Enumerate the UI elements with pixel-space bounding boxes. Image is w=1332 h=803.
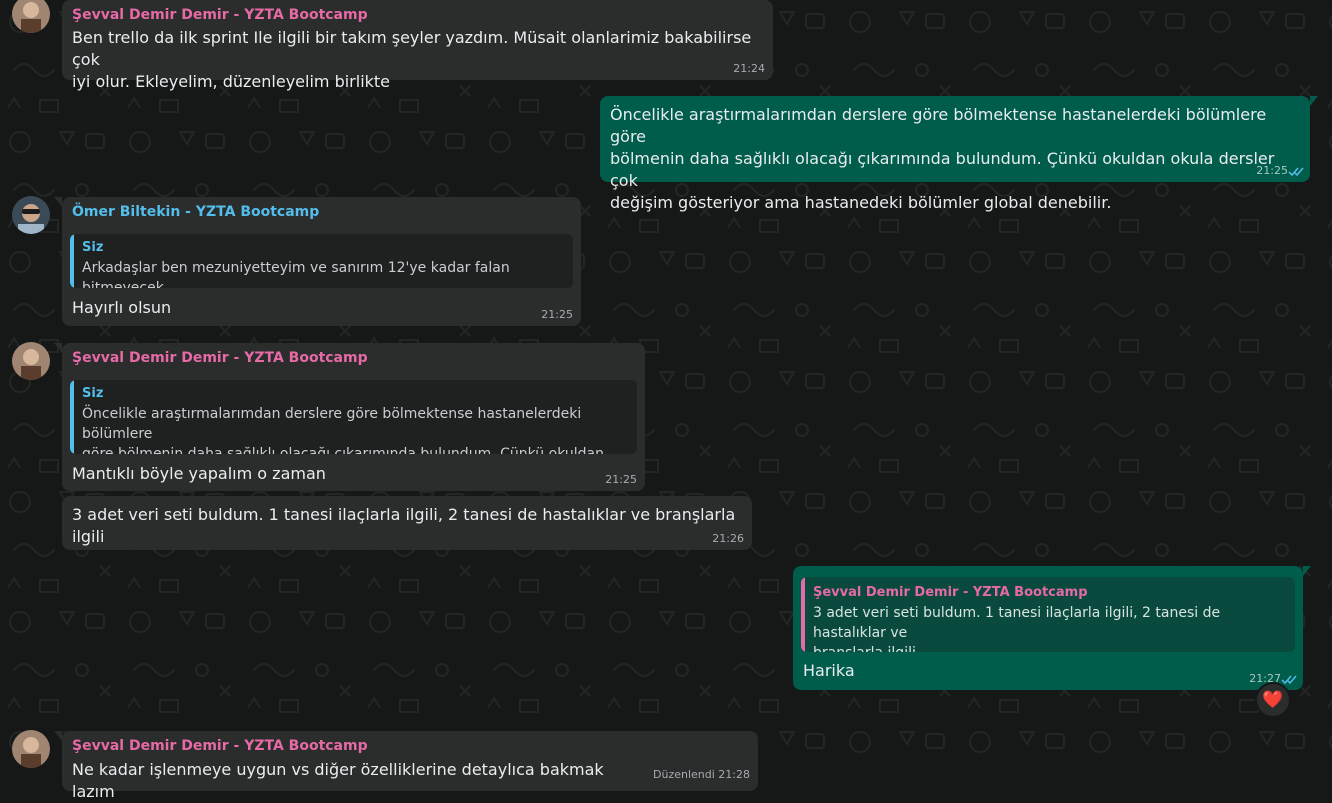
message-time: Düzenlendi 21:28 [653, 768, 750, 781]
double-check-read-icon [1281, 675, 1297, 685]
message-bubble[interactable]: Şevval Demir Demir - YZTA Bootcamp Ne ka… [54, 731, 758, 801]
quote-bar [70, 380, 74, 454]
message-text: 3 adet veri seti buldum. 1 tanesi ilaçla… [72, 505, 736, 546]
message-text: Ben trello da ilk sprint Ile ilgili bir … [72, 27, 761, 93]
quote-text: 3 adet veri seti buldum. 1 tanesi ilaçla… [813, 603, 1285, 652]
message-text: Mantıklı böyle yapalım o zaman [72, 464, 326, 483]
quote-bar [70, 234, 74, 288]
message-time: 21:26 [712, 532, 744, 545]
message-bubble[interactable]: Şevval Demir Demir - YZTA Bootcamp Ben t… [62, 0, 773, 91]
message-line: değişim gösteriyor ama hastanedeki bölüm… [610, 193, 1112, 212]
quoted-message[interactable]: Siz Arkadaşlar ben mezuniyetteyim ve san… [70, 234, 573, 288]
heart-reaction-icon[interactable]: ❤️ [1255, 682, 1291, 718]
avatar-sevval[interactable] [12, 342, 50, 380]
quoted-message[interactable]: Şevval Demir Demir - YZTA Bootcamp 3 ade… [801, 577, 1295, 652]
quote-line: branşlarla ilgili [813, 643, 1285, 652]
message-text: Harika [803, 661, 855, 680]
quote-sender: Siz [82, 386, 104, 401]
message-bubble[interactable]: Ömer Biltekin - YZTA Bootcamp Siz Arkada… [54, 197, 581, 326]
message-time: 21:24 [733, 62, 765, 75]
bubble-tail [54, 731, 62, 741]
message-time: 21:25 [605, 473, 637, 486]
quote-bar [801, 577, 805, 652]
avatar-sevval[interactable] [12, 0, 50, 33]
message-line: Öncelikle araştırmalarımdan derslere gör… [610, 105, 1267, 146]
sender-name[interactable]: Şevval Demir Demir - YZTA Bootcamp [72, 7, 368, 23]
sender-name[interactable]: Ömer Biltekin - YZTA Bootcamp [72, 204, 319, 220]
message-line: Ben trello da ilk sprint Ile ilgili bir … [72, 28, 752, 69]
message-line: bölmenin daha sağlıklı olacağı çıkarımın… [610, 149, 1275, 190]
quoted-message[interactable]: Siz Öncelikle araştırmalarımdan derslere… [70, 380, 637, 454]
bubble-tail [1303, 566, 1311, 576]
bubble-tail [54, 197, 62, 207]
quote-sender: Siz [82, 240, 104, 255]
message-text: Ne kadar işlenmeye uygun vs diğer özelli… [72, 760, 604, 801]
quote-text: Arkadaşlar ben mezuniyetteyim ve sanırım… [82, 260, 510, 288]
sender-name[interactable]: Şevval Demir Demir - YZTA Bootcamp [72, 738, 368, 754]
quote-text: Öncelikle araştırmalarımdan derslere gör… [82, 404, 627, 454]
avatar-sevval[interactable] [12, 730, 50, 768]
double-check-read-icon [1288, 167, 1304, 177]
message-line: iyi olur. Ekleyelim, düzenleyelim birlik… [72, 72, 391, 91]
message-text: Hayırlı olsun [72, 298, 172, 317]
message-text: Öncelikle araştırmalarımdan derslere gör… [610, 104, 1298, 214]
message-bubble[interactable]: Şevval Demir Demir - YZTA Bootcamp Siz Ö… [54, 343, 645, 491]
message-bubble[interactable]: 3 adet veri seti buldum. 1 tanesi ilaçla… [62, 496, 752, 550]
message-time: 21:25 [1256, 164, 1288, 177]
quote-line: 3 adet veri seti buldum. 1 tanesi ilaçla… [813, 605, 1221, 641]
bubble-tail [1310, 96, 1318, 106]
quote-line: göre bölmenin daha sağlıklı olacağı çıka… [82, 446, 604, 454]
message-bubble[interactable]: Öncelikle araştırmalarımdan derslere gör… [600, 96, 1318, 212]
quote-sender: Şevval Demir Demir - YZTA Bootcamp [813, 585, 1088, 600]
bubble-tail [54, 343, 62, 353]
quote-line: Öncelikle araştırmalarımdan derslere gör… [82, 406, 582, 442]
message-time: 21:25 [541, 308, 573, 321]
sender-name[interactable]: Şevval Demir Demir - YZTA Bootcamp [72, 350, 368, 366]
avatar-omer[interactable] [12, 196, 50, 234]
message-bubble[interactable]: Şevval Demir Demir - YZTA Bootcamp 3 ade… [793, 566, 1311, 690]
